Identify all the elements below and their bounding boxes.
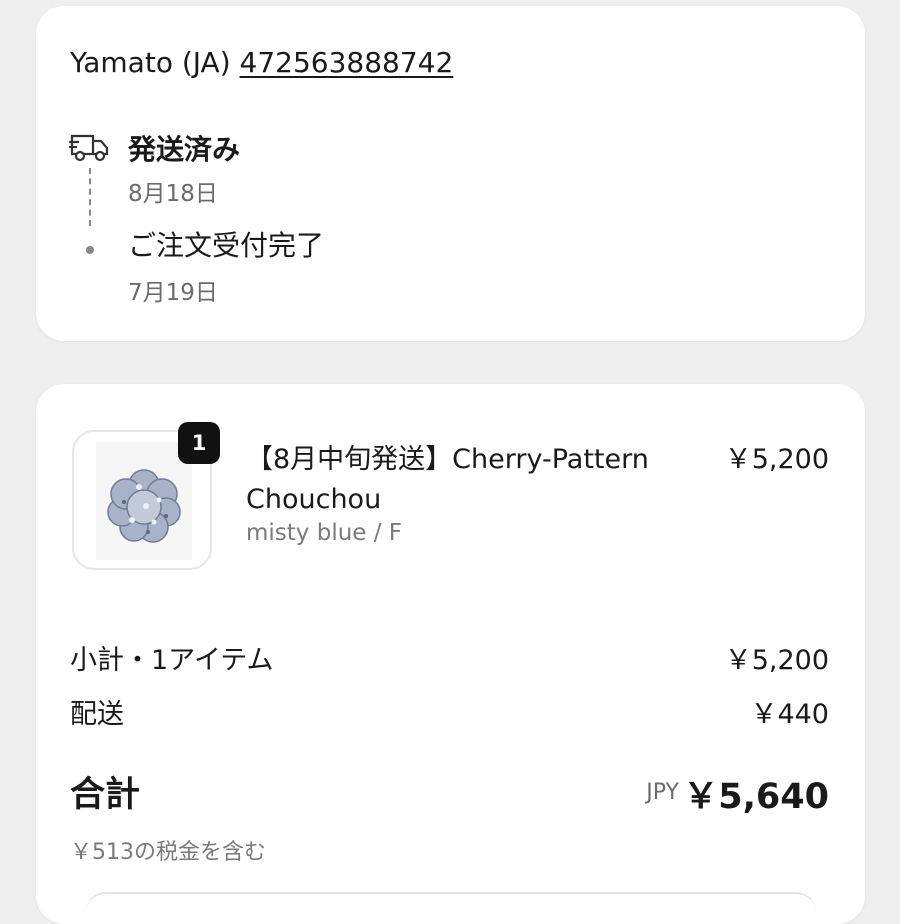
timeline-dot	[86, 246, 94, 254]
tax-note: ￥513の税金を含む	[70, 840, 266, 865]
shipping-status-card: Yamato (JA) 472563888742 発送済み 8月18日 ご注文受…	[36, 6, 865, 341]
subtotal-label: 小計・1アイテム	[70, 645, 274, 676]
truck-icon	[69, 134, 109, 162]
carrier-name: Yamato (JA)	[70, 46, 231, 79]
event-title-shipped: 発送済み	[128, 133, 241, 166]
next-section-edge	[86, 892, 816, 912]
shipping-fee-label: 配送	[70, 699, 124, 730]
product-name[interactable]: 【8月中旬発送】Cherry-Pattern Chouchou	[246, 440, 686, 520]
event-date-shipped: 8月18日	[128, 181, 218, 207]
carrier-line: Yamato (JA) 472563888742	[70, 46, 453, 79]
quantity-badge: 1	[178, 422, 220, 464]
total-value: ￥5,640	[683, 777, 829, 817]
order-summary-card: 1 【8月中旬発送】Cherry-Pattern Chouchou misty …	[36, 384, 865, 924]
subtotal-value: ￥5,200	[724, 645, 829, 676]
event-title-order-received: ご注文受付完了	[128, 229, 325, 262]
total-label: 合計	[70, 775, 141, 815]
event-date-order-received: 7月19日	[128, 280, 218, 306]
product-variant: misty blue / F	[246, 520, 403, 546]
product-price: ￥5,200	[724, 444, 829, 475]
timeline-connector	[89, 168, 91, 226]
shipping-fee-value: ￥440	[750, 699, 829, 730]
total-currency: JPY	[646, 780, 679, 805]
tracking-number-link[interactable]: 472563888742	[240, 46, 454, 79]
